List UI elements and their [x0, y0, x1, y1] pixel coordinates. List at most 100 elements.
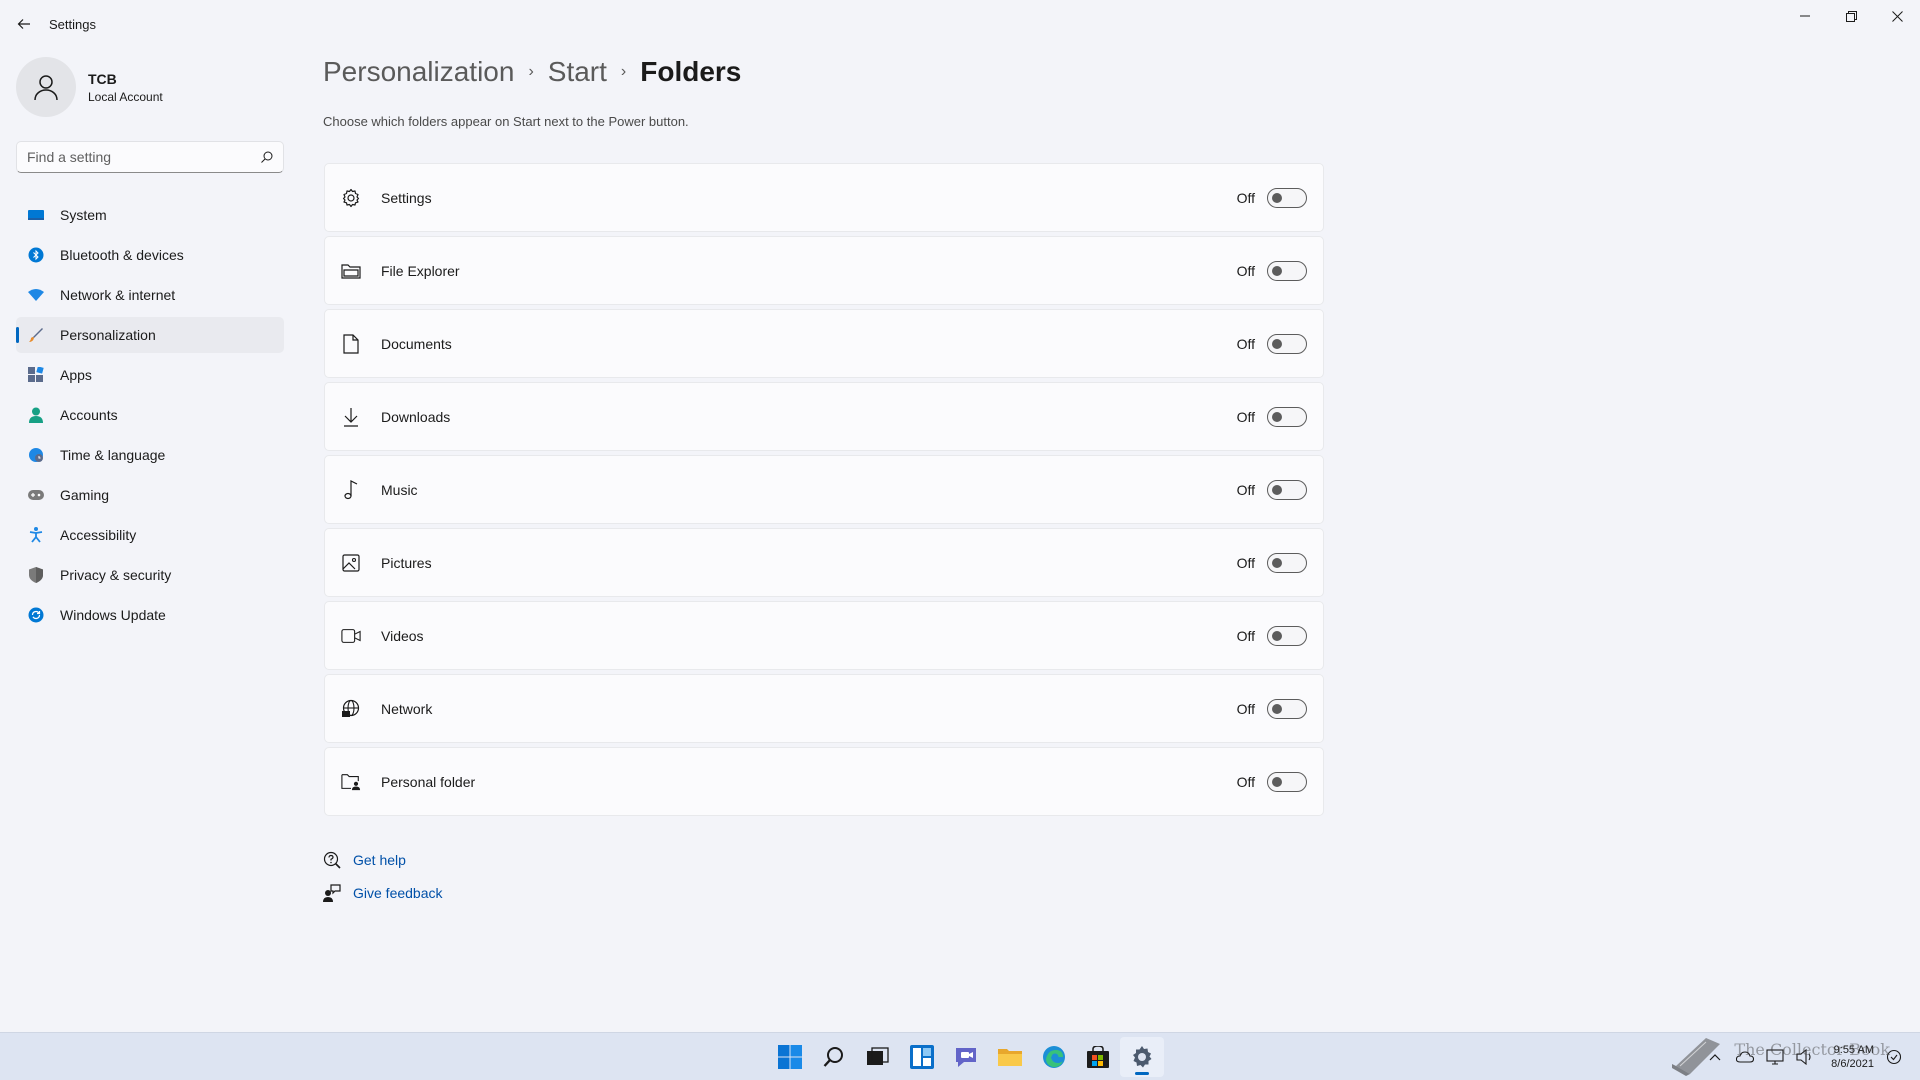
file-explorer-toggle[interactable] [1267, 260, 1307, 281]
sidebar-item-personalization[interactable]: Personalization [16, 317, 284, 353]
sidebar-item-system[interactable]: System [16, 197, 284, 233]
documents-toggle[interactable] [1267, 333, 1307, 354]
get-help-label: Get help [353, 852, 406, 868]
settings-icon [1133, 1046, 1152, 1068]
search-input[interactable] [27, 149, 261, 165]
chat-button[interactable] [944, 1037, 988, 1077]
folder-label: Downloads [381, 408, 451, 425]
folder-label: Videos [381, 627, 424, 644]
store-icon [1087, 1046, 1109, 1068]
brush-icon [28, 327, 44, 343]
folder-row-personal-folder: Personal folder Off [324, 747, 1324, 816]
person-icon [28, 407, 44, 423]
sidebar-item-network[interactable]: Network & internet [16, 277, 284, 313]
toggle-state-label: Off [1236, 773, 1255, 790]
sidebar-item-label: Network & internet [60, 287, 176, 303]
sidebar-item-bluetooth[interactable]: Bluetooth & devices [16, 237, 284, 273]
network-globe-icon [341, 699, 361, 719]
search-box[interactable] [16, 141, 284, 173]
sidebar-item-privacy-security[interactable]: Privacy & security [16, 557, 284, 593]
pictures-toggle[interactable] [1267, 552, 1307, 573]
page-description: Choose which folders appear on Start nex… [323, 114, 689, 129]
folder-row-network: Network Off [324, 674, 1324, 743]
breadcrumb-personalization[interactable]: Personalization [323, 56, 514, 88]
chevron-right-icon: › [620, 63, 627, 80]
book-logo-icon [1672, 1038, 1720, 1076]
sidebar-nav: System Bluetooth & devices Network & int… [16, 197, 284, 637]
globe-clock-icon [28, 447, 44, 463]
sidebar-item-time-language[interactable]: Time & language [16, 437, 284, 473]
edge-button[interactable] [1032, 1037, 1076, 1077]
videos-toggle[interactable] [1267, 625, 1307, 646]
sidebar-item-label: Personalization [60, 327, 156, 343]
widgets-icon [910, 1045, 934, 1069]
folder-label: Music [381, 481, 418, 498]
restore-icon [1845, 10, 1857, 22]
bluetooth-icon [28, 247, 44, 263]
sidebar-item-accounts[interactable]: Accounts [16, 397, 284, 433]
toggle-knob [1272, 776, 1282, 787]
sidebar-item-label: System [60, 207, 107, 223]
folder-label: Personal folder [381, 773, 476, 790]
toggle-state-label: Off [1236, 481, 1255, 498]
breadcrumb-start[interactable]: Start [548, 56, 607, 88]
toggle-knob [1272, 557, 1282, 568]
folder-label: File Explorer [381, 262, 460, 279]
settings-taskbar-button[interactable] [1120, 1037, 1164, 1077]
avatar [16, 57, 76, 117]
video-camera-icon [341, 626, 361, 646]
sidebar-item-gaming[interactable]: Gaming [16, 477, 284, 513]
give-feedback-link[interactable]: Give feedback [323, 883, 443, 903]
minimize-icon [1800, 15, 1810, 17]
back-button[interactable] [12, 12, 36, 36]
sidebar-item-apps[interactable]: Apps [16, 357, 284, 393]
toggle-knob [1272, 484, 1282, 495]
sidebar-item-label: Windows Update [60, 607, 166, 623]
sidebar-item-label: Apps [60, 367, 92, 383]
sidebar-item-windows-update[interactable]: Windows Update [16, 597, 284, 633]
toggle-knob [1272, 265, 1282, 276]
file-explorer-button[interactable] [988, 1037, 1032, 1077]
chevron-right-icon: › [528, 63, 534, 80]
folder-label: Settings [381, 189, 432, 206]
sidebar-item-accessibility[interactable]: Accessibility [16, 517, 284, 553]
personal-folder-toggle[interactable] [1267, 771, 1307, 792]
clock-date: 8/6/2021 [1831, 1058, 1874, 1070]
widgets-button[interactable] [900, 1037, 944, 1077]
person-icon [34, 75, 58, 101]
edge-icon [1043, 1046, 1065, 1068]
toggle-state-label: Off [1236, 627, 1255, 644]
picture-icon [341, 553, 361, 573]
downloads-toggle[interactable] [1267, 406, 1307, 427]
network-toggle[interactable] [1267, 698, 1307, 719]
update-icon [28, 607, 44, 623]
get-help-link[interactable]: Get help [323, 850, 443, 870]
settings-toggle[interactable] [1267, 187, 1307, 208]
folder-row-downloads: Downloads Off [324, 382, 1324, 451]
page-title: Folders [640, 56, 742, 87]
title-bar: Settings [0, 0, 1920, 48]
help-icon [323, 851, 341, 869]
music-toggle[interactable] [1267, 479, 1307, 500]
user-profile[interactable]: TCB Local Account [16, 57, 163, 117]
minimize-button[interactable] [1782, 0, 1828, 32]
toggle-state-label: Off [1236, 335, 1255, 352]
store-button[interactable] [1076, 1037, 1120, 1077]
restore-button[interactable] [1828, 0, 1874, 32]
help-links: Get help Give feedback [323, 850, 443, 916]
taskbar-search-button[interactable] [812, 1037, 856, 1077]
toggle-state-label: Off [1236, 189, 1255, 206]
profile-name: TCB [88, 70, 117, 87]
back-arrow-icon [17, 19, 30, 29]
folder-list: Settings Off File Explorer Off Documents… [324, 163, 1324, 820]
sidebar-item-label: Accounts [60, 407, 118, 423]
toggle-state-label: Off [1236, 554, 1255, 571]
close-button[interactable] [1874, 0, 1920, 32]
task-view-button[interactable] [856, 1037, 900, 1077]
search-icon [823, 1047, 843, 1067]
gamepad-icon [28, 487, 44, 503]
folder-row-settings: Settings Off [324, 163, 1324, 232]
give-feedback-label: Give feedback [353, 885, 443, 901]
sidebar-item-label: Bluetooth & devices [60, 247, 184, 263]
start-button[interactable] [768, 1037, 812, 1077]
